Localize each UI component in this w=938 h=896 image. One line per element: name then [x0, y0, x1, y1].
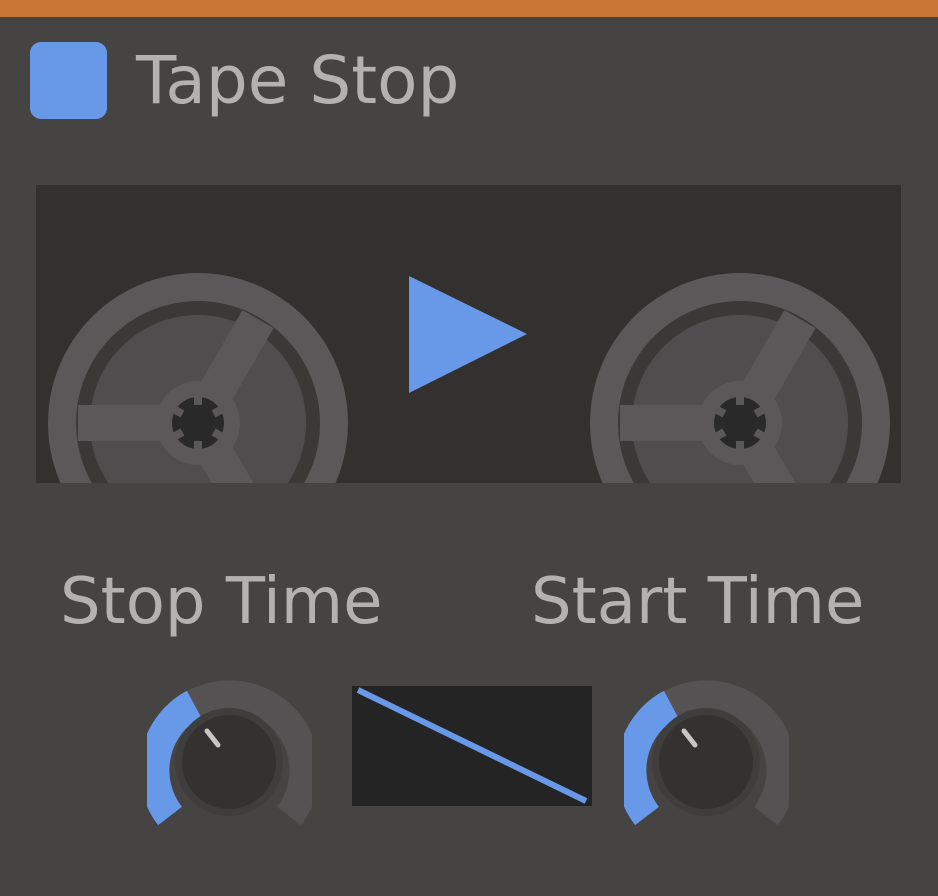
plugin-title: Tape Stop	[136, 42, 460, 119]
curve-line	[356, 687, 588, 804]
header-accent-bar	[0, 0, 938, 17]
tape-transport-display	[36, 185, 901, 483]
start-time-label: Start Time	[531, 565, 865, 639]
stop-time-label: Stop Time	[60, 565, 383, 639]
tape-reel-icon	[590, 273, 890, 483]
tape-reel-icon	[48, 273, 348, 483]
tape-stop-panel: Tape Stop Stop Time Start Time	[0, 0, 938, 896]
power-toggle[interactable]	[30, 42, 107, 119]
tape-stop-curve-display[interactable]	[352, 686, 592, 806]
play-icon[interactable]	[409, 276, 527, 393]
start-time-knob[interactable]	[624, 680, 789, 845]
stop-time-knob[interactable]	[147, 680, 312, 845]
